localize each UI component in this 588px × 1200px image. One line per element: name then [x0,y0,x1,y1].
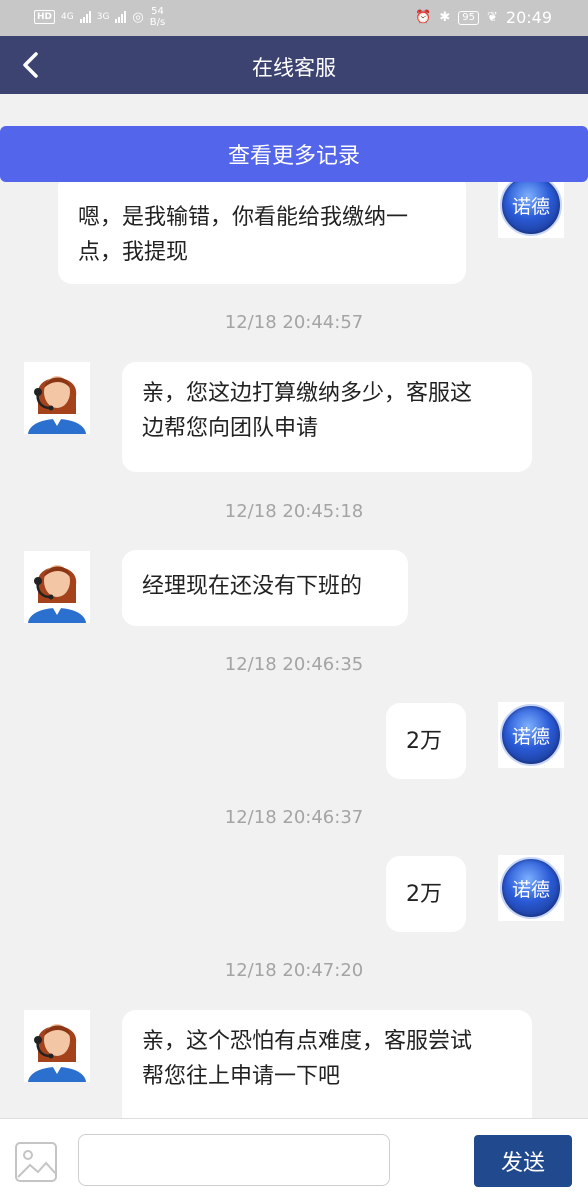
image-upload-button[interactable] [14,1141,58,1183]
user-avatar: 诺德 [498,702,564,768]
message-line: 帮您往上申请一下吧 [142,1064,341,1089]
agent-avatar [24,362,90,434]
agent-avatar-icon [28,376,86,434]
agent-message-bubble: 亲，这个恐怕有点难度，客服尝试 帮您往上申请一下吧 [122,1010,532,1118]
clock: 20:49 [505,8,552,27]
user-avatar-badge: 诺德 [500,857,562,919]
network-type-1: 4G [61,12,74,22]
network-speed: 54 B/s [149,6,166,28]
agent-avatar [24,1010,90,1082]
message-line: 亲，您这边打算缴纳多少，客服这 [142,381,473,406]
network-type-2: 3G [96,12,110,22]
message-line: 2万 [406,882,442,907]
user-message-bubble: 2万 [386,856,466,932]
message-line: 经理现在还没有下班的 [142,574,363,599]
message-timestamp: 12/18 20:46:35 [224,654,364,675]
send-button[interactable]: 发送 [474,1135,572,1187]
user-avatar-badge: 诺德 [500,704,562,766]
battery-indicator: 95 [458,10,479,25]
agent-avatar-icon [28,565,86,623]
chat-area[interactable]: 嗯，是我输错，你看能给我缴纳一 点，我提现 诺德 12/18 20:44:57 … [0,94,588,1118]
message-line: 2万 [406,729,442,754]
leaf-icon: ❦ [486,10,498,25]
agent-message-bubble: 经理现在还没有下班的 [122,550,408,626]
message-timestamp: 12/18 20:45:18 [224,501,364,522]
user-avatar-badge: 诺德 [500,174,562,236]
message-timestamp: 12/18 20:47:20 [224,960,364,981]
message-composer: 发送 [0,1118,588,1200]
user-message-bubble: 嗯，是我输错，你看能给我缴纳一 点，我提现 [58,174,466,284]
status-bar: HD 4G 3G ◎ 54 B/s ⏰ ✱ 95 ❦ 20:49 [0,0,588,36]
user-message-bubble: 2万 [386,703,466,779]
bluetooth-icon: ✱ [439,10,451,25]
load-more-records-button[interactable]: 查看更多记录 [0,126,588,182]
hotspot-icon: ◎ [132,9,144,25]
message-timestamp: 12/18 20:46:37 [224,807,364,828]
image-icon [15,1142,57,1182]
signal-icon-2 [115,11,127,23]
page-title: 在线客服 [252,56,336,80]
message-line: 亲，这个恐怕有点难度，客服尝试 [142,1029,473,1054]
signal-icon [79,11,91,23]
alarm-icon: ⏰ [415,10,432,25]
agent-message-bubble: 亲，您这边打算缴纳多少，客服这 边帮您向团队申请 [122,362,532,472]
message-line: 边帮您向团队申请 [142,416,319,441]
user-avatar: 诺德 [498,855,564,921]
agent-avatar [24,551,90,623]
app-header: 在线客服 [0,36,588,94]
message-line: 点，我提现 [78,240,189,265]
message-timestamp: 12/18 20:44:57 [224,312,364,333]
message-line: 嗯，是我输错，你看能给我缴纳一 [78,205,409,230]
message-input[interactable] [78,1134,390,1186]
hd-icon: HD [34,10,56,24]
agent-avatar-icon [28,1024,86,1082]
